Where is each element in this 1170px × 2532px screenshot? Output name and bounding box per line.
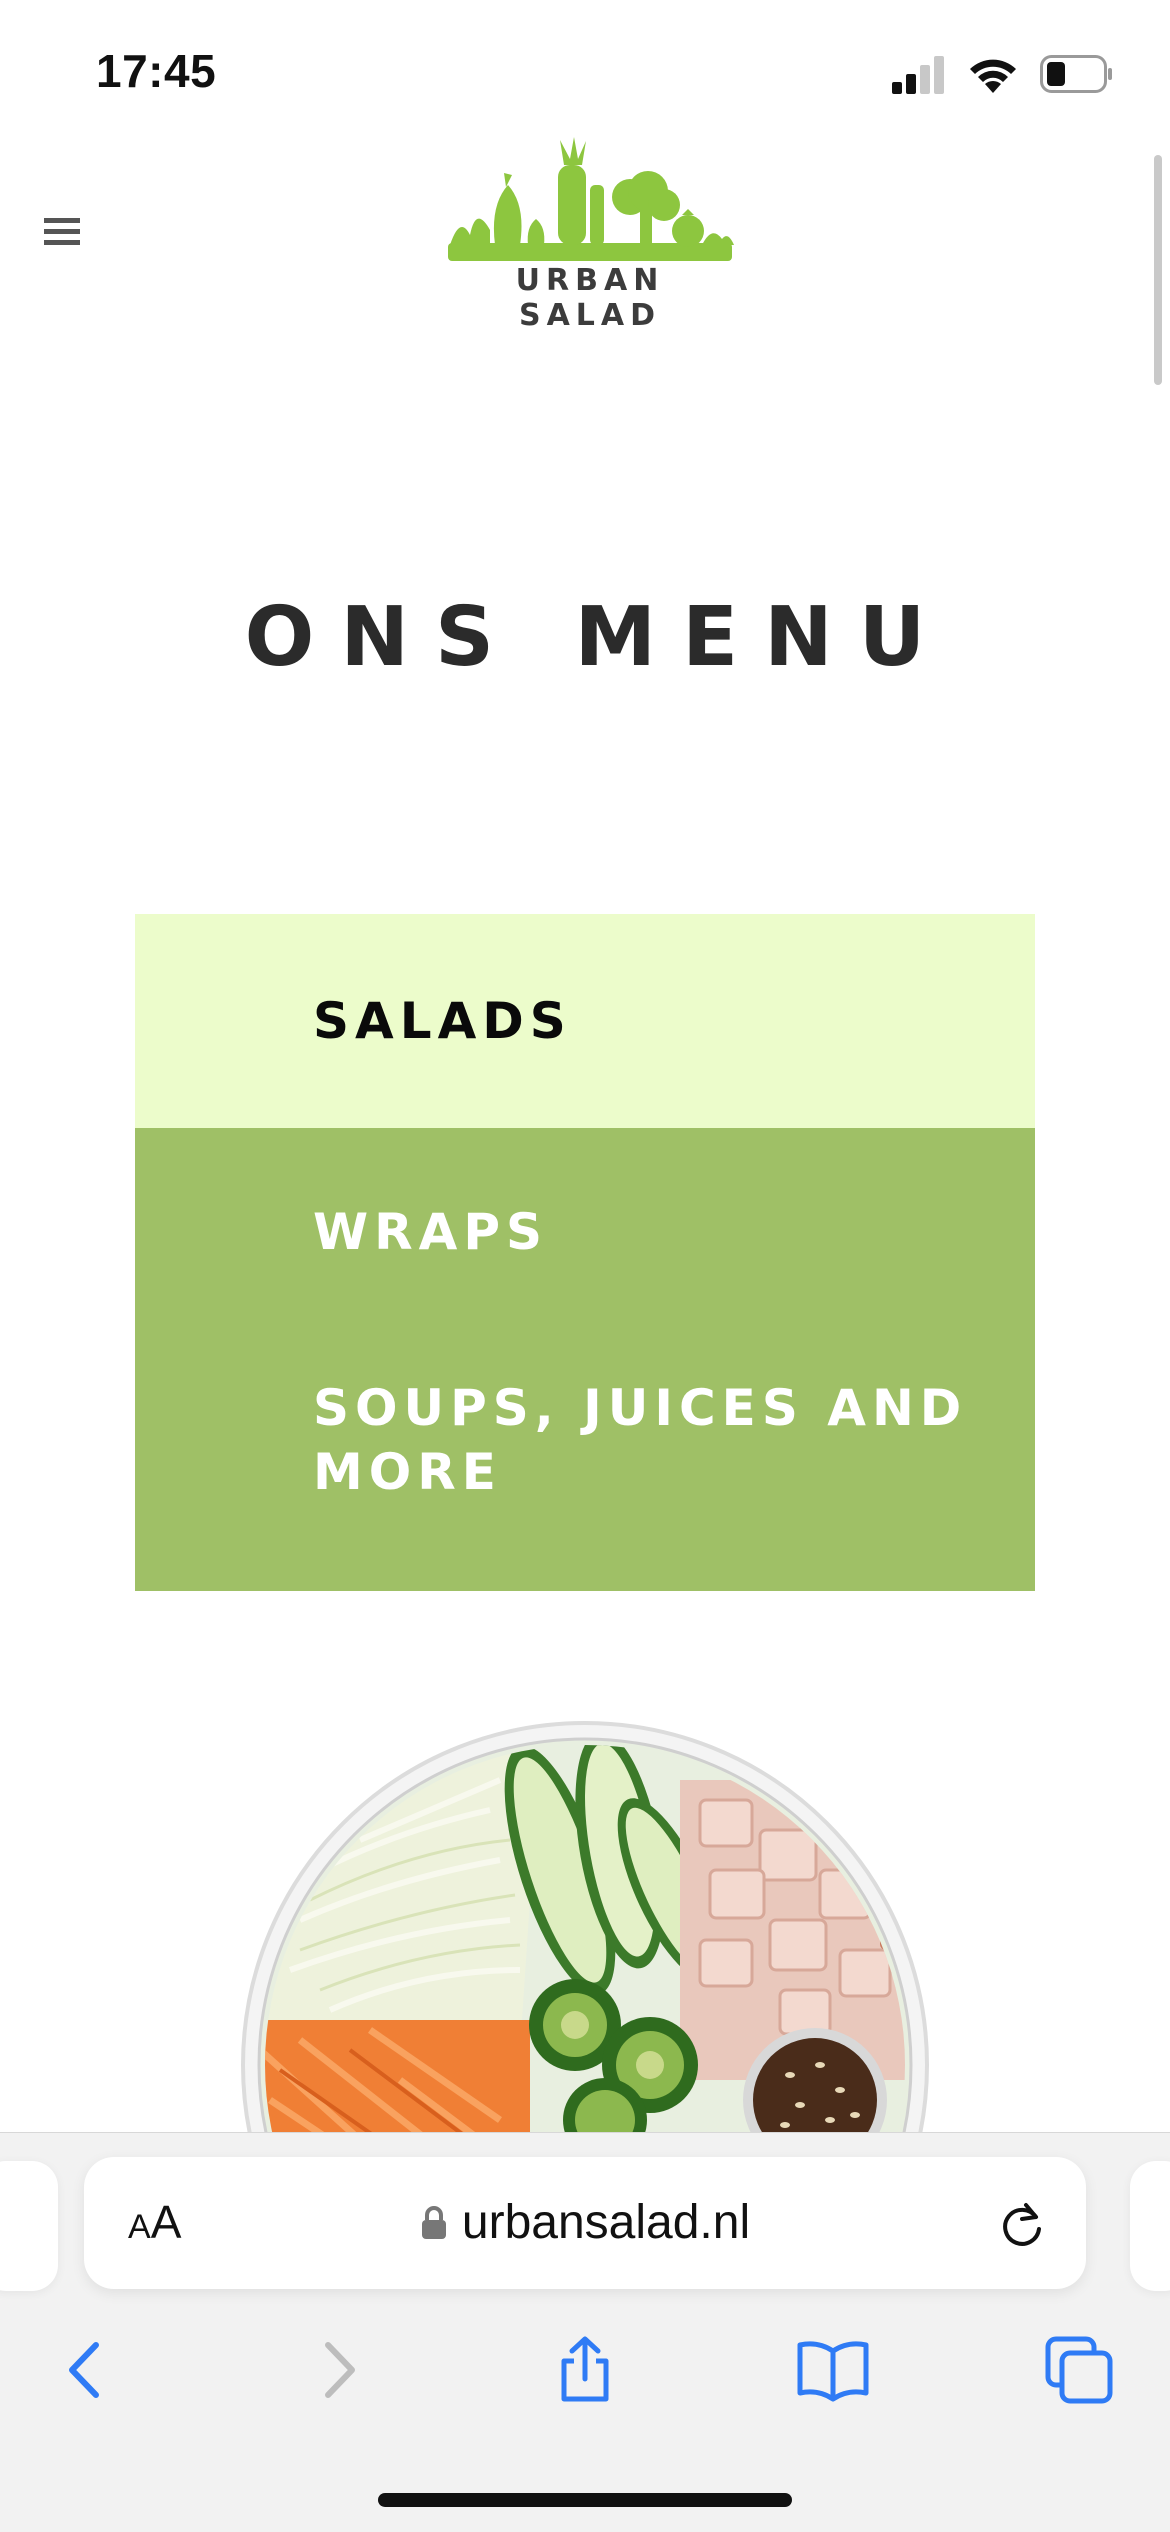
salad-bowl-image xyxy=(240,1720,930,2132)
wifi-icon xyxy=(970,59,1016,93)
forward-icon xyxy=(325,2342,355,2398)
forward-button[interactable] xyxy=(302,2335,372,2405)
scroll-indicator xyxy=(1154,155,1162,385)
menu-tab-soups-juices-more[interactable]: SOUPS, JUICES AND MORE xyxy=(135,1328,1035,1591)
menu-tab-wraps[interactable]: WRAPS xyxy=(135,1128,1035,1328)
browser-bottom-bar: A A urbansalad.nl xyxy=(0,2132,1170,2532)
logo-text: URBAN SALAD xyxy=(515,263,665,333)
next-tab-preview[interactable] xyxy=(1130,2161,1170,2291)
vegetable-skyline-logo-icon xyxy=(448,137,734,261)
hamburger-icon xyxy=(44,218,80,245)
bookmarks-icon xyxy=(797,2341,869,2402)
reload-button[interactable] xyxy=(996,2199,1048,2251)
address-bar[interactable]: A A urbansalad.nl xyxy=(84,2157,1086,2289)
salad-bowl-illustration xyxy=(241,1721,929,2132)
hamburger-menu-button[interactable] xyxy=(40,210,84,254)
urban-salad-logo[interactable]: URBAN SALAD xyxy=(440,135,740,333)
status-time: 17:45 xyxy=(96,45,217,97)
bookmarks-button[interactable] xyxy=(796,2335,869,2405)
menu-category-list: SALADS WRAPS SOUPS, JUICES AND MORE xyxy=(135,914,1035,1591)
back-button[interactable] xyxy=(52,2335,122,2405)
browser-toolbar xyxy=(0,2315,1170,2425)
share-button[interactable] xyxy=(550,2335,620,2405)
previous-tab-preview[interactable] xyxy=(0,2161,58,2291)
menu-tab-salads[interactable]: SALADS xyxy=(135,914,1035,1128)
url-text: urbansalad.nl xyxy=(461,2196,751,2249)
reload-icon xyxy=(1003,2203,1041,2246)
share-icon xyxy=(561,2336,609,2402)
battery-icon xyxy=(1040,55,1112,93)
tabs-button[interactable] xyxy=(1044,2335,1114,2405)
home-indicator xyxy=(378,2493,792,2507)
page-title: ONS MENU xyxy=(244,590,952,685)
back-icon xyxy=(69,2342,99,2398)
url-field[interactable]: urbansalad.nl xyxy=(84,2195,1086,2250)
status-icons xyxy=(890,50,1114,98)
status-bar: 17:45 xyxy=(0,0,1170,140)
tabs-icon xyxy=(1045,2336,1113,2404)
lock-icon xyxy=(421,2205,446,2239)
cellular-signal-icon xyxy=(892,56,944,94)
